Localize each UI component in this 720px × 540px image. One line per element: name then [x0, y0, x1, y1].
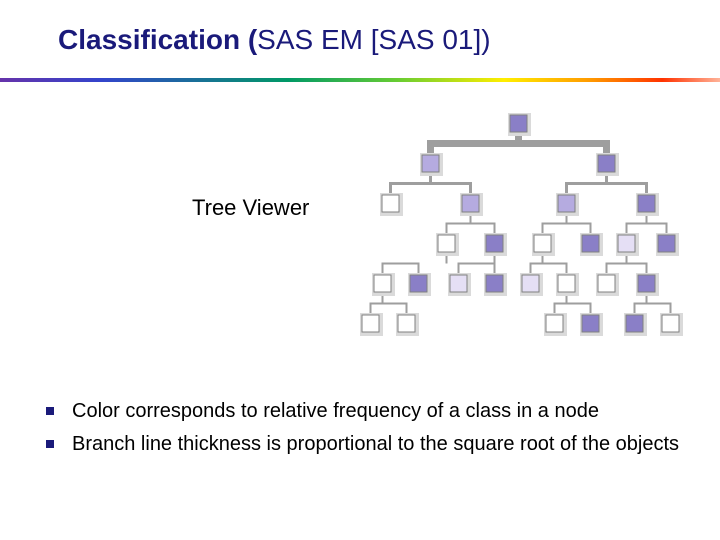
tree-node [380, 193, 403, 216]
bullet-list: Color corresponds to relative frequency … [46, 398, 684, 464]
bullet-item: Color corresponds to relative frequency … [46, 398, 684, 425]
tree-node [436, 233, 459, 256]
title-bold: Classification ( [58, 24, 257, 55]
tree-node [596, 273, 619, 296]
tree-node [372, 273, 395, 296]
bullet-text: Color corresponds to relative frequency … [72, 398, 599, 425]
tree-node [636, 273, 659, 296]
bullet-square-icon [46, 440, 54, 448]
tree-node [556, 273, 579, 296]
tree-node [636, 193, 659, 216]
bullet-text: Branch line thickness is proportional to… [72, 431, 679, 458]
tree-node [420, 153, 443, 176]
tree-node [544, 313, 567, 336]
tree-node [460, 193, 483, 216]
tree-node [448, 273, 471, 296]
tree-node [484, 273, 507, 296]
tree-node [580, 233, 603, 256]
tree-node [596, 153, 619, 176]
tree-node [396, 313, 419, 336]
decision-tree-diagram [350, 110, 680, 345]
tree-node [408, 273, 431, 296]
tree-viewer-label: Tree Viewer [192, 195, 309, 221]
tree-node [360, 313, 383, 336]
tree-node [556, 193, 579, 216]
bullet-item: Branch line thickness is proportional to… [46, 431, 684, 458]
tree-node [532, 233, 555, 256]
tree-node [616, 233, 639, 256]
tree-svg [350, 110, 690, 350]
tree-node [508, 113, 531, 136]
tree-node [656, 233, 679, 256]
rainbow-rule [0, 78, 720, 82]
slide-title: Classification (SAS EM [SAS 01]) [0, 0, 720, 56]
title-rest: SAS EM [SAS 01]) [257, 24, 490, 55]
tree-node [660, 313, 683, 336]
tree-node [520, 273, 543, 296]
tree-node [484, 233, 507, 256]
tree-node [580, 313, 603, 336]
bullet-square-icon [46, 407, 54, 415]
tree-node [624, 313, 647, 336]
